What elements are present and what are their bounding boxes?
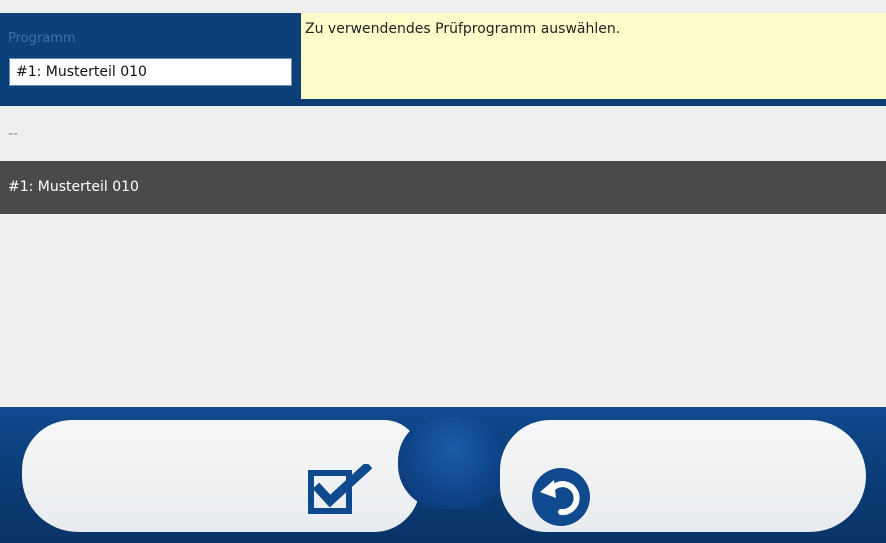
header-divider [0, 99, 886, 106]
program-field[interactable]: #1: Musterteil 010 [9, 58, 292, 86]
header-bar: Programm #1: Musterteil 010 Zu verwenden… [0, 13, 886, 106]
undo-arrow-icon [532, 468, 590, 526]
list-item-none[interactable]: -- [0, 108, 886, 161]
program-panel: Programm #1: Musterteil 010 [0, 13, 301, 99]
program-selection-screen: Programm #1: Musterteil 010 Zu verwenden… [0, 0, 886, 543]
checkbox-check-icon [308, 464, 372, 514]
list-item-selected[interactable]: #1: Musterteil 010 [0, 161, 886, 214]
program-list: -- #1: Musterteil 010 [0, 106, 886, 406]
back-button[interactable] [500, 420, 866, 532]
program-label: Programm [8, 31, 76, 46]
hint-text: Zu verwendendes Prüfprogramm auswählen. [301, 13, 886, 99]
confirm-button[interactable] [22, 420, 420, 532]
footer-bar [0, 407, 886, 543]
center-knob [398, 417, 508, 509]
